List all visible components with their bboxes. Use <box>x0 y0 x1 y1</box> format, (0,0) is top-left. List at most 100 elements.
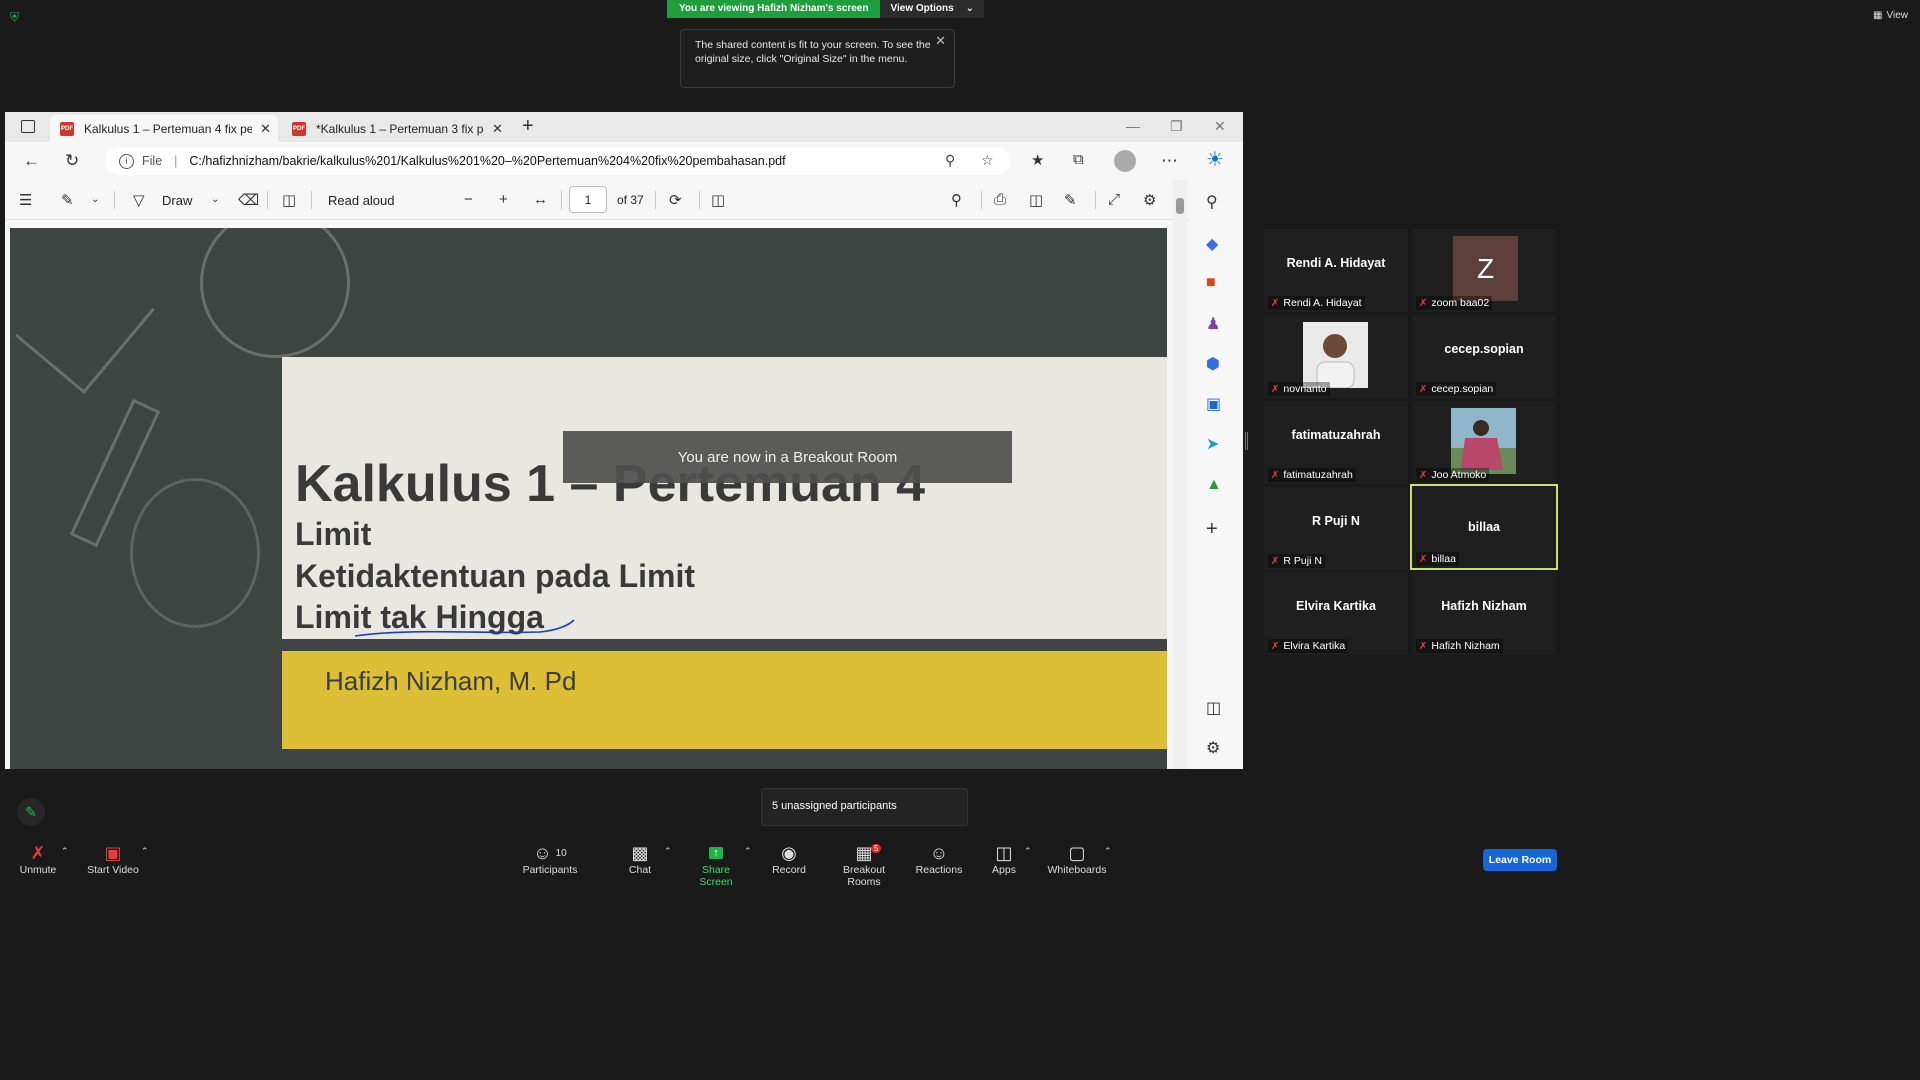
rotate-icon[interactable]: ⟳ <box>669 191 682 209</box>
participant-name: Elvira Kartika <box>1296 599 1376 613</box>
close-icon[interactable]: ✕ <box>935 34 946 48</box>
tree-icon[interactable]: ▲ <box>1206 476 1222 494</box>
send-icon[interactable]: ➤ <box>1206 434 1219 454</box>
start-video-button[interactable]: ▣ Start Video <box>86 842 140 877</box>
participant-tile[interactable]: Hafizh Nizham ✗ Hafizh Nizham <box>1412 572 1556 655</box>
favorites-icon[interactable]: ★ <box>1031 151 1044 169</box>
participants-button[interactable]: ☺ 10 Participants <box>522 842 578 877</box>
participant-tile[interactable]: fatimatuzahrah ✗ fatimatuzahrah <box>1264 401 1408 484</box>
settings-icon[interactable]: ⚙ <box>1143 191 1156 209</box>
participant-tile[interactable]: cecep.sopian ✗ cecep.sopian <box>1412 315 1556 398</box>
page-number-input[interactable]: 1 <box>569 186 607 213</box>
close-icon[interactable]: ✕ <box>260 121 271 137</box>
participant-tile[interactable]: R Puji N ✗ R Puji N <box>1264 487 1408 570</box>
chevron-up-icon: ⌃ <box>744 846 752 856</box>
slide-subtitle: Ketidaktentuan pada Limit <box>295 558 696 594</box>
share-screen-button[interactable]: ↑ Share Screen <box>686 842 746 888</box>
unmute-button[interactable]: ✗ Unmute <box>16 842 60 877</box>
view-button[interactable]: ▦ View <box>1873 10 1908 21</box>
zoom-icon[interactable]: ⚲ <box>945 152 955 169</box>
record-button[interactable]: ◉ Record <box>770 842 808 877</box>
view-options-button[interactable]: View Options ⌄ <box>880 0 985 18</box>
muted-mic-icon: ✗ <box>1271 469 1280 481</box>
chat-button[interactable]: ▩ Chat <box>622 842 658 877</box>
chevron-down-icon[interactable]: ⌄ <box>211 194 219 205</box>
back-icon[interactable]: ← <box>23 151 40 171</box>
tab-pertemuan-4[interactable]: PDF Kalkulus 1 – Pertemuan 4 fix pem ✕ <box>50 115 278 142</box>
participant-tile[interactable]: ✗ novrianto <box>1264 315 1408 398</box>
info-icon[interactable]: i <box>119 153 134 169</box>
favorite-add-icon[interactable]: ☆ <box>981 152 994 169</box>
security-shield-icon[interactable]: ⛨ <box>10 10 23 24</box>
breakout-rooms-icon: ▦ <box>855 842 873 863</box>
breakout-rooms-button[interactable]: ▦ 5 Breakout Rooms <box>826 842 902 889</box>
leave-room-button[interactable]: Leave Room <box>1483 849 1557 871</box>
participant-tile[interactable]: Elvira Kartika ✗ Elvira Kartika <box>1264 572 1408 655</box>
draw-icon[interactable]: ▽ <box>133 191 145 209</box>
highlight-icon[interactable]: ✎ <box>61 191 74 209</box>
more-icon[interactable]: ⋯ <box>1161 151 1178 171</box>
sidebar-toggle-icon[interactable]: ◫ <box>1206 698 1221 718</box>
tools-icon[interactable]: ■ <box>1206 274 1216 292</box>
breakout-rooms-label: Breakout Rooms <box>842 864 886 888</box>
annotate-pen-icon[interactable]: ✎ <box>17 798 45 826</box>
whiteboards-button[interactable]: ▢ Whiteboards <box>1046 842 1108 877</box>
participant-caption: ✗ Joo Atmoko <box>1416 468 1490 482</box>
bing-icon[interactable]: ☀ <box>1206 147 1224 172</box>
save-as-icon[interactable]: ✎ <box>1064 191 1077 209</box>
caption-text: cecep.sopian <box>1431 383 1494 395</box>
muted-mic-icon: ✗ <box>30 842 46 863</box>
eraser-icon[interactable]: ⌫ <box>238 191 259 209</box>
chevron-down-icon[interactable]: ⌄ <box>91 194 99 205</box>
close-window-icon[interactable]: ✕ <box>1214 118 1226 135</box>
refresh-icon[interactable]: ↻ <box>65 151 79 171</box>
office-icon[interactable]: ⬢ <box>1206 354 1220 374</box>
profile-avatar[interactable] <box>1114 150 1136 172</box>
pdf-scrollbar[interactable] <box>1173 180 1187 769</box>
outlook-icon[interactable]: ▣ <box>1206 394 1221 414</box>
save-icon[interactable]: ◫ <box>1029 191 1043 209</box>
contents-icon[interactable]: ☰ <box>19 191 32 209</box>
fullscreen-icon[interactable]: ⤢ <box>1108 191 1120 208</box>
participant-caption: ✗ Hafizh Nizham <box>1416 639 1503 653</box>
search-icon[interactable]: ⚲ <box>1206 192 1218 212</box>
zoom-out-icon[interactable]: − <box>464 191 473 208</box>
settings-icon[interactable]: ⚙ <box>1206 738 1220 758</box>
slide-subtitle: Limit <box>295 516 372 552</box>
participant-tile[interactable]: Rendi A. Hidayat ✗ Rendi A. Hidayat <box>1264 229 1408 312</box>
address-bar[interactable]: i File | C:/hafizhnizham/bakrie/kalkulus… <box>105 147 1010 175</box>
fit-width-icon[interactable]: ↔ <box>533 191 548 208</box>
record-label: Record <box>772 864 806 876</box>
new-tab-icon[interactable]: + <box>522 115 534 138</box>
tab-pertemuan-3[interactable]: PDF *Kalkulus 1 – Pertemuan 3 fix pem ✕ <box>282 115 510 142</box>
zoom-in-icon[interactable]: + <box>499 191 508 208</box>
reactions-button[interactable]: ☺ Reactions <box>915 842 963 877</box>
apps-button[interactable]: ◫ Apps <box>988 842 1020 877</box>
pdf-icon: PDF <box>292 121 306 136</box>
tab-actions-icon[interactable] <box>21 120 35 133</box>
muted-mic-icon: ✗ <box>1419 640 1428 652</box>
participant-tile[interactable]: ✗ Joo Atmoko <box>1412 401 1556 484</box>
text-icon[interactable]: ◫ <box>282 191 296 209</box>
participant-caption: ✗ fatimatuzahrah <box>1268 468 1356 482</box>
participant-caption: ✗ novrianto <box>1268 382 1330 396</box>
minimize-icon[interactable]: — <box>1126 118 1140 134</box>
participant-caption: ✗ cecep.sopian <box>1416 382 1497 396</box>
reactions-icon: ☺ <box>929 842 949 863</box>
print-icon[interactable]: ⎙ <box>994 191 1006 208</box>
add-icon[interactable]: + <box>1206 518 1218 541</box>
tag-icon[interactable]: ◆ <box>1206 234 1218 254</box>
close-icon[interactable]: ✕ <box>492 121 503 137</box>
search-icon[interactable]: ⚲ <box>951 191 962 209</box>
restore-icon[interactable]: ❐ <box>1170 118 1183 135</box>
participant-caption: ✗ zoom baa02 <box>1416 296 1493 310</box>
collections-icon[interactable]: ⧉ <box>1073 151 1084 168</box>
resize-handle[interactable] <box>1245 432 1248 450</box>
draw-button[interactable]: Draw <box>162 193 192 208</box>
scrollbar-thumb[interactable] <box>1176 198 1184 214</box>
read-aloud-button[interactable]: Read aloud <box>328 193 395 208</box>
participant-tile-active-speaker[interactable]: billaa ✗ billaa <box>1410 484 1558 570</box>
page-view-icon[interactable]: ◫ <box>711 191 725 209</box>
games-icon[interactable]: ♟ <box>1206 314 1220 334</box>
participant-tile[interactable]: Z ✗ zoom baa02 <box>1412 229 1556 312</box>
